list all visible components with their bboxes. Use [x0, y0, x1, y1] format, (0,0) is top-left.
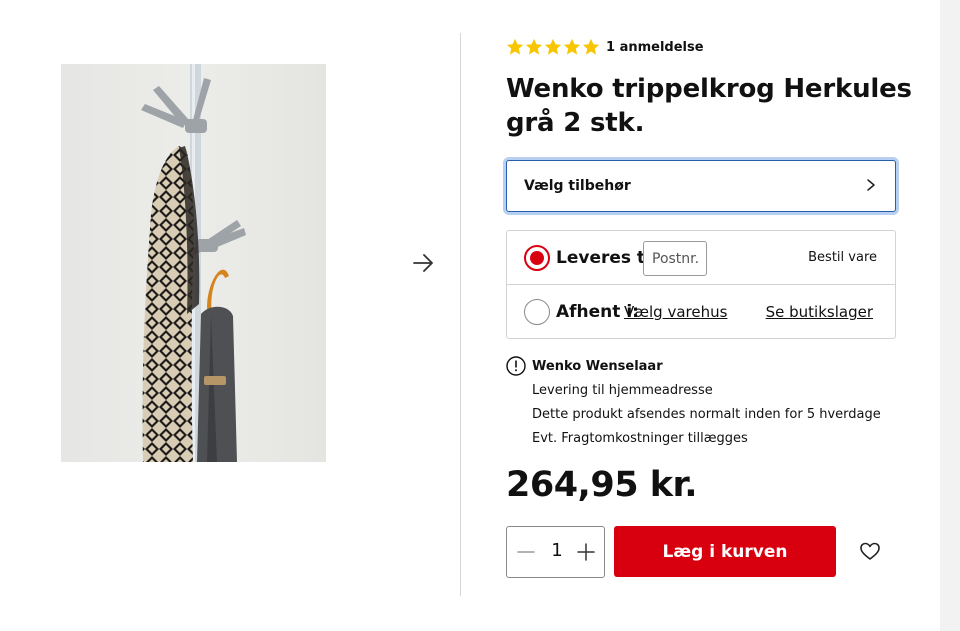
choose-accessory-label: Vælg tilbehør — [524, 178, 631, 194]
store-stock-link[interactable]: Se butikslager — [766, 303, 873, 321]
star-icon — [506, 38, 524, 55]
star-icon — [544, 38, 562, 55]
delivery-options: Leveres til: Bestil vare Afhent i: Vælg … — [506, 230, 896, 339]
product-photo-illustration — [141, 64, 246, 462]
quantity-stepper: 1 — [506, 526, 605, 578]
rating-stars — [506, 38, 600, 56]
delivery-option-pickup[interactable]: Afhent i: Vælg varehus Se butikslager — [507, 285, 895, 339]
star-icon — [525, 38, 543, 55]
seller-name: Wenko Wenselaar — [532, 359, 663, 374]
product-price: 264,95 kr. — [506, 465, 698, 505]
scroll-gutter — [940, 0, 960, 631]
column-divider — [460, 33, 461, 596]
product-page: 1 anmeldelse Wenko trippelkrog Herkules … — [0, 0, 940, 631]
chevron-right-icon — [865, 177, 877, 196]
arrow-right-icon[interactable] — [410, 250, 438, 276]
product-rating[interactable]: 1 anmeldelse — [506, 37, 704, 57]
order-item-label: Bestil vare — [808, 250, 877, 265]
delivery-radio-selected[interactable] — [524, 244, 550, 271]
seller-fee-line: Evt. Fragtomkostninger tillægges — [532, 431, 748, 446]
delivery-option-home[interactable]: Leveres til: Bestil vare — [507, 231, 895, 285]
quantity-value[interactable]: 1 — [545, 540, 569, 561]
seller-shipping-line: Levering til hjemmeadresse — [532, 383, 713, 398]
review-count[interactable]: 1 anmeldelse — [606, 40, 704, 55]
plus-icon[interactable] — [574, 540, 598, 564]
star-icon — [563, 38, 581, 55]
exclamation-circle-icon — [506, 356, 526, 376]
pickup-radio[interactable] — [524, 299, 550, 325]
star-icon — [582, 38, 600, 55]
heart-icon[interactable] — [858, 539, 882, 563]
product-image[interactable] — [61, 64, 326, 462]
add-to-cart-button[interactable]: Læg i kurven — [614, 526, 836, 577]
minus-icon[interactable] — [514, 540, 538, 564]
choose-store-link[interactable]: Vælg varehus — [624, 303, 727, 321]
seller-dispatch-line: Dette produkt afsendes normalt inden for… — [532, 407, 881, 422]
postcode-input[interactable] — [643, 241, 707, 276]
product-title: Wenko trippelkrog Herkules grå 2 stk. — [506, 74, 912, 138]
choose-accessory-button[interactable]: Vælg tilbehør — [506, 160, 896, 212]
